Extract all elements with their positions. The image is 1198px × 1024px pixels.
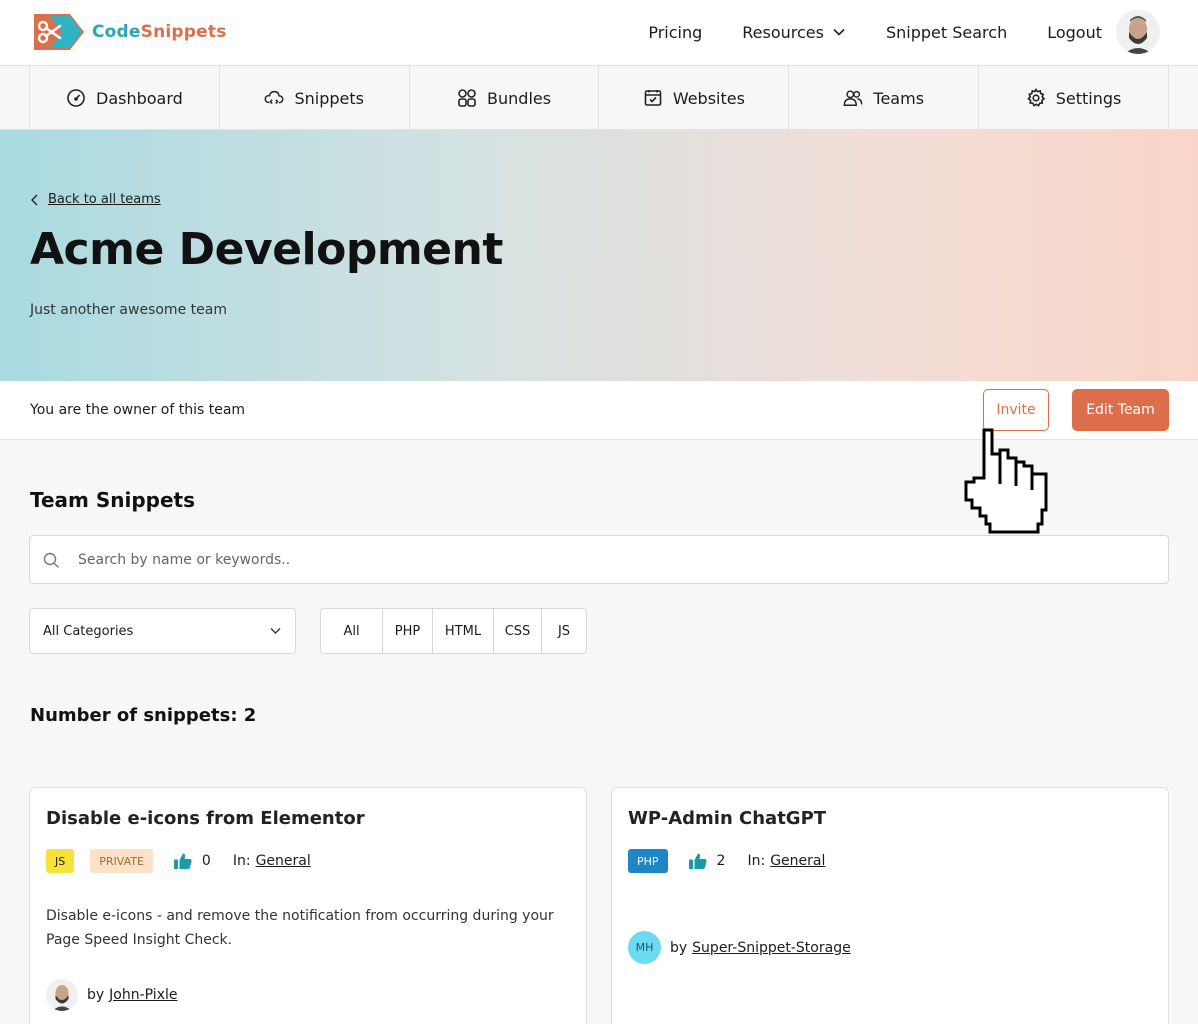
snippet-author: MH by Super-Snippet-Storage xyxy=(628,931,851,964)
snippet-meta: JS PRIVATE 0 In: General xyxy=(46,848,311,874)
nav-logout[interactable]: Logout xyxy=(1047,23,1102,42)
grid-icon xyxy=(458,89,476,107)
tab-snippets-label: Snippets xyxy=(294,88,364,108)
lang-filter-css[interactable]: CSS xyxy=(494,609,542,653)
main-tabs: Dashboard Snippets Bundles Websites Team… xyxy=(0,66,1198,130)
lang-filter-js[interactable]: JS xyxy=(542,609,586,653)
tab-teams-label: Teams xyxy=(873,88,925,108)
category-prefix: In: xyxy=(232,853,251,869)
users-icon xyxy=(844,90,863,106)
likes[interactable]: 0 xyxy=(173,852,211,870)
tab-dashboard[interactable]: Dashboard xyxy=(30,66,220,130)
chevron-left-icon xyxy=(31,194,38,205)
nav-pricing[interactable]: Pricing xyxy=(648,23,702,42)
category-prefix: In: xyxy=(747,853,766,869)
scissors-logo-icon xyxy=(34,14,84,50)
nav-resources[interactable]: Resources xyxy=(742,23,846,42)
back-to-teams-link[interactable]: Back to all teams xyxy=(30,192,161,207)
chevron-down-icon xyxy=(270,628,281,634)
category-select-value: All Categories xyxy=(43,623,134,639)
thumbs-up-icon xyxy=(688,853,707,869)
brand-logo[interactable]: CodeSnippets xyxy=(30,10,227,54)
thumbs-up-icon xyxy=(173,853,192,869)
tab-settings[interactable]: Settings xyxy=(979,66,1169,130)
nav-snippet-search-label: Snippet Search xyxy=(885,22,1008,42)
likes-count: 0 xyxy=(201,853,211,869)
category-select[interactable]: All Categories xyxy=(29,608,296,654)
author-prefix: by xyxy=(87,987,105,1003)
lang-badge: JS xyxy=(46,849,75,873)
lang-filter-all[interactable]: All xyxy=(321,609,383,653)
nav-pricing-label: Pricing xyxy=(648,22,703,42)
snippet-card: Disable e-icons from Elementor JS PRIVAT… xyxy=(29,787,587,1024)
top-header: CodeSnippets Pricing Resources Snippet S… xyxy=(0,0,1198,66)
snippet-card: WP-Admin ChatGPT PHP 2 In: General MH by… xyxy=(611,787,1169,1024)
user-avatar[interactable] xyxy=(1116,10,1160,54)
tab-dashboard-label: Dashboard xyxy=(96,88,183,108)
hand-pointer-cursor-icon xyxy=(964,428,1048,534)
chevron-down-icon xyxy=(833,28,845,36)
snippet-title[interactable]: WP-Admin ChatGPT xyxy=(628,808,826,829)
back-link-label: Back to all teams xyxy=(48,192,161,207)
tab-teams[interactable]: Teams xyxy=(789,66,980,130)
cloud-code-icon xyxy=(265,90,284,104)
tab-bundles[interactable]: Bundles xyxy=(410,66,600,130)
top-nav: Pricing Resources Snippet Search Logout xyxy=(648,0,1102,64)
owner-status-text: You are the owner of this team xyxy=(30,402,246,418)
brand-name: CodeSnippets xyxy=(92,22,227,42)
likes-count: 2 xyxy=(716,853,726,869)
search-icon xyxy=(43,552,59,568)
likes[interactable]: 2 xyxy=(688,852,726,870)
search-box xyxy=(29,535,1169,584)
author-link[interactable]: John-Pixle xyxy=(109,987,177,1003)
page-title: Acme Development xyxy=(30,224,503,275)
lang-filter-php[interactable]: PHP xyxy=(383,609,433,653)
lang-filter-html[interactable]: HTML xyxy=(433,609,494,653)
tab-snippets[interactable]: Snippets xyxy=(220,66,410,130)
tab-websites-label: Websites xyxy=(672,88,745,108)
browser-icon xyxy=(644,90,662,106)
author-link[interactable]: Super-Snippet-Storage xyxy=(692,940,851,956)
team-hero: Back to all teams Acme Development Just … xyxy=(0,130,1198,381)
author-portrait-icon xyxy=(46,979,78,1011)
gear-icon xyxy=(1027,88,1045,107)
snippet-description: Disable e-icons - and remove the notific… xyxy=(46,908,554,948)
user-portrait-icon xyxy=(1116,10,1160,54)
category-link[interactable]: General xyxy=(256,853,311,869)
lang-badge: PHP xyxy=(628,849,668,873)
team-description: Just another awesome team xyxy=(30,302,227,318)
author-prefix: by xyxy=(670,939,688,956)
edit-team-button[interactable]: Edit Team xyxy=(1072,389,1169,431)
category-link[interactable]: General xyxy=(770,853,825,869)
nav-snippet-search[interactable]: Snippet Search xyxy=(886,23,1007,42)
private-badge: PRIVATE xyxy=(90,849,153,873)
snippet-count: Number of snippets: 2 xyxy=(30,705,257,726)
nav-logout-label: Logout xyxy=(1047,22,1102,42)
snippet-meta: PHP 2 In: General xyxy=(628,848,825,874)
tab-bundles-label: Bundles xyxy=(487,88,552,108)
snippet-author: by John-Pixle xyxy=(46,979,177,1011)
gauge-icon xyxy=(67,89,85,107)
author-avatar xyxy=(46,979,78,1011)
search-input[interactable] xyxy=(78,536,1158,583)
section-title: Team Snippets xyxy=(30,488,196,512)
nav-resources-label: Resources xyxy=(742,22,824,42)
author-initials-avatar: MH xyxy=(628,931,661,964)
tab-websites[interactable]: Websites xyxy=(599,66,790,130)
tab-settings-label: Settings xyxy=(1055,88,1122,108)
language-filter: All PHP HTML CSS JS xyxy=(320,608,587,654)
snippet-title[interactable]: Disable e-icons from Elementor xyxy=(46,808,365,829)
